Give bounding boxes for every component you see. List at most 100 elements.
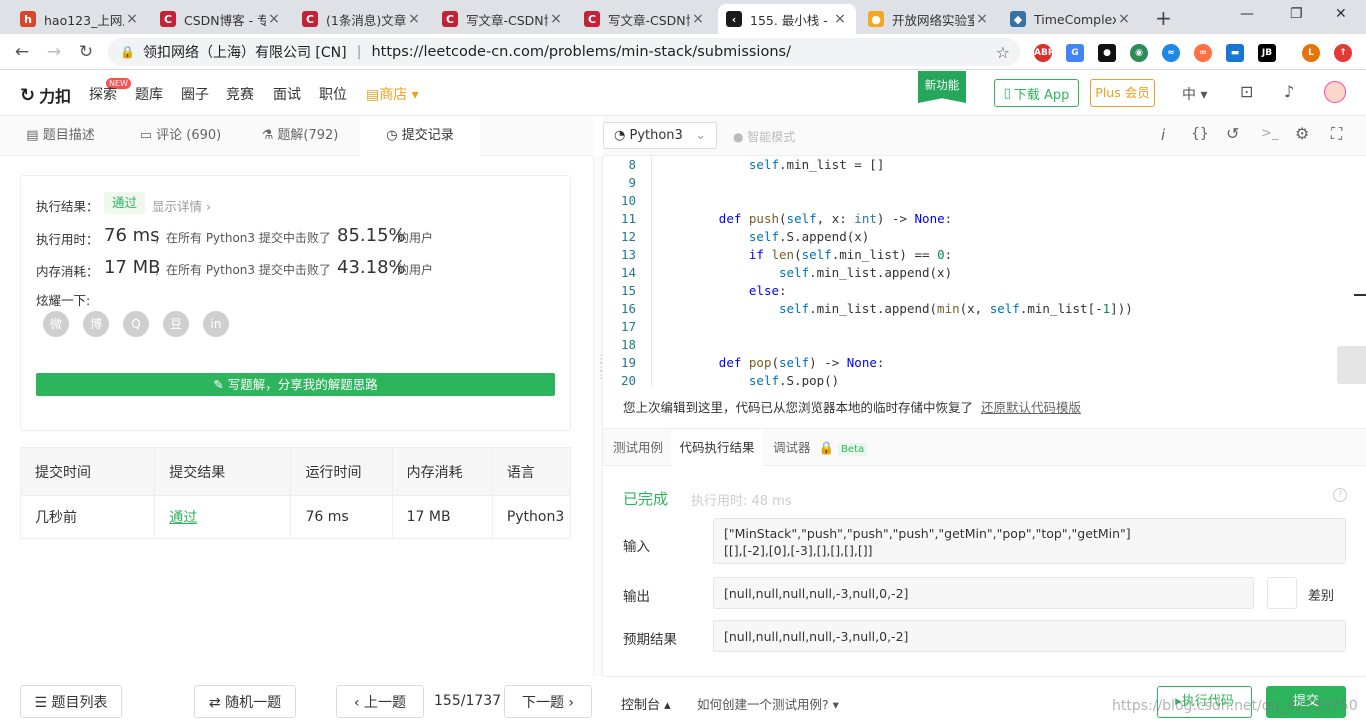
close-window-icon[interactable]: ✕	[1335, 6, 1347, 22]
minimize-icon[interactable]: —	[1240, 6, 1254, 22]
code-line[interactable]: 16 self.min_list.append(min(x, self.min_…	[603, 300, 1353, 318]
info-icon[interactable]: i	[1161, 126, 1165, 144]
nav-problems[interactable]: 题库	[135, 84, 163, 104]
write-solution-button[interactable]: ✎ 写题解，分享我的解题思路	[36, 373, 555, 396]
browser-tab[interactable]: C 写文章-CSDN博客×	[576, 4, 714, 34]
smart-mode-toggle[interactable]: ● 智能模式	[733, 128, 795, 145]
close-tab-icon[interactable]: ×	[124, 11, 140, 27]
nav-circle[interactable]: 圈子	[181, 84, 209, 104]
code-line[interactable]: 8 self.min_list = []	[603, 156, 1353, 174]
reload-icon[interactable]: ↻	[74, 40, 98, 64]
close-tab-icon[interactable]: ×	[266, 11, 282, 27]
weibo-icon[interactable]: 博	[83, 311, 109, 337]
nav-jobs[interactable]: 职位	[319, 84, 347, 104]
new-feature-ribbon[interactable]: 新功能	[918, 71, 966, 103]
editor-scrollbar[interactable]	[1354, 294, 1366, 296]
back-icon[interactable]: ←	[10, 40, 34, 64]
browser-tab[interactable]: ◆ TimeComplexity×	[1002, 4, 1140, 34]
column-header[interactable]: 运行时间	[290, 447, 393, 496]
close-tab-icon[interactable]: ×	[1116, 11, 1132, 27]
console-toggle[interactable]: 控制台 ▴	[621, 694, 671, 713]
tab-comments[interactable]: ▭ 评论 (690)	[121, 116, 240, 156]
playground-icon[interactable]: ⊡	[1240, 82, 1253, 101]
problem-list-button[interactable]: ☰ 题目列表	[20, 685, 122, 718]
code-line[interactable]: 13 if len(self.min_list) == 0:	[603, 246, 1353, 264]
tab-debugger[interactable]: 调试器 🔒 Beta	[773, 429, 868, 466]
code-line[interactable]: 20 self.S.pop()	[603, 372, 1353, 387]
close-tab-icon[interactable]: ×	[406, 11, 422, 27]
browser-tab[interactable]: C CSDN博客 - 专业IT技术×	[152, 4, 290, 34]
random-problem-button[interactable]: ⇄ 随机一题	[194, 685, 296, 718]
nav-shop[interactable]: ▤商店 ▾	[366, 84, 419, 104]
cloud-extension-icon[interactable]: ≈	[1162, 44, 1180, 62]
braces-icon[interactable]: {}	[1191, 126, 1209, 142]
site-logo[interactable]: ↻ 力扣	[20, 83, 71, 107]
globe-extension-icon[interactable]: ◉	[1130, 44, 1148, 62]
translate-icon[interactable]: G	[1066, 44, 1084, 62]
wechat-icon[interactable]: 微	[43, 311, 69, 337]
language-switch[interactable]: 中 ▾	[1182, 84, 1207, 104]
restore-icon[interactable]: ❐	[1290, 6, 1303, 22]
tab-testcase[interactable]: 测试用例	[613, 429, 663, 466]
reset-icon[interactable]: ↺	[1226, 124, 1239, 143]
tab-run-result[interactable]: 代码执行结果	[671, 429, 763, 466]
close-tab-icon[interactable]: ×	[974, 11, 990, 27]
code-line[interactable]: 15 else:	[603, 282, 1353, 300]
browser-tab[interactable]: ‹ 155. 最小栈 - 力扣×	[718, 4, 856, 34]
code-line[interactable]: 14 self.min_list.append(x)	[603, 264, 1353, 282]
tab-description[interactable]: ▤ 题目描述	[0, 116, 121, 156]
linkedin-icon[interactable]: in	[203, 311, 229, 337]
new-tab-icon[interactable]: +	[1155, 6, 1172, 30]
qq-icon[interactable]: Q	[123, 311, 149, 337]
code-line[interactable]: 10	[603, 192, 1353, 210]
nav-interview[interactable]: 面试	[273, 84, 301, 104]
howto-testcase-link[interactable]: 如何创建一个测试用例? ▾	[697, 694, 839, 713]
close-tab-icon[interactable]: ×	[548, 11, 564, 27]
panel-splitter[interactable]: ⋮ ⋮ ⋮	[593, 156, 606, 676]
download-app-button[interactable]: ▯ 下载 App	[994, 79, 1079, 107]
address-bar[interactable]: 🔒 领扣网络（上海）有限公司 [CN] | https://leetcode-c…	[108, 38, 1020, 66]
code-editor[interactable]: 8 self.min_list = [] 9 10 11 def push(sel…	[603, 156, 1366, 387]
douban-icon[interactable]: 豆	[163, 311, 189, 337]
side-handle[interactable]	[1337, 346, 1366, 384]
close-tab-icon[interactable]: ×	[690, 11, 706, 27]
code-line[interactable]: 12 self.S.append(x)	[603, 228, 1353, 246]
code-line[interactable]: 19 def pop(self) -> None:	[603, 354, 1353, 372]
result-link[interactable]: 通过	[154, 495, 292, 539]
diff-toggle[interactable]	[1267, 577, 1297, 609]
extension-icon[interactable]: ●	[1098, 44, 1116, 62]
next-problem-button[interactable]: 下一题 ›	[504, 685, 592, 718]
column-header[interactable]: 内存消耗	[391, 447, 493, 496]
bookmark-star-icon[interactable]: ☆	[996, 43, 1010, 62]
profile-avatar[interactable]: L	[1302, 44, 1320, 62]
code-line[interactable]: 17	[603, 318, 1353, 336]
language-select[interactable]: ◔ Python3 ⌄	[603, 122, 717, 149]
column-header[interactable]: 提交结果	[154, 447, 292, 496]
browser-tab[interactable]: C (1条消息)文章管理×	[294, 4, 430, 34]
ruler-extension-icon[interactable]: ▬	[1226, 44, 1244, 62]
code-line[interactable]: 11 def push(self, x: int) -> None:	[603, 210, 1353, 228]
fullscreen-icon[interactable]: ⛶	[1331, 124, 1342, 144]
browser-tab[interactable]: ● 开放网络实验室 ×	[860, 4, 998, 34]
column-header[interactable]: 提交时间	[19, 447, 156, 496]
tab-solutions[interactable]: ⚗ 题解(792)	[240, 116, 360, 156]
show-details-link[interactable]: 显示详情 ›	[152, 196, 211, 215]
jetbrains-icon[interactable]: JB	[1258, 44, 1276, 62]
settings-icon[interactable]: ⚙	[1295, 124, 1309, 143]
bell-icon[interactable]: ♪	[1284, 82, 1294, 101]
browser-tab[interactable]: h hao123_上网从这里开始×	[12, 4, 148, 34]
terminal-icon[interactable]: >_	[1261, 126, 1278, 141]
adblock-icon[interactable]: ABP	[1034, 44, 1054, 62]
help-icon[interactable]: ?	[1333, 488, 1347, 502]
tab-submissions[interactable]: ◷ 提交记录	[360, 116, 480, 156]
nav-contest[interactable]: 竞赛	[226, 84, 254, 104]
code-line[interactable]: 18	[603, 336, 1353, 354]
restore-default-link[interactable]: 还原默认代码模版	[981, 400, 1081, 415]
browser-tab[interactable]: C 写文章-CSDN博客×	[434, 4, 572, 34]
plus-member-button[interactable]: Plus 会员	[1090, 79, 1155, 107]
prev-problem-button[interactable]: ‹ 上一题	[336, 685, 424, 718]
close-tab-icon[interactable]: ×	[832, 11, 848, 27]
nav-explore[interactable]: 探索	[89, 84, 117, 104]
infinity-extension-icon[interactable]: ∞	[1194, 44, 1212, 62]
forward-icon[interactable]: →	[42, 40, 66, 64]
